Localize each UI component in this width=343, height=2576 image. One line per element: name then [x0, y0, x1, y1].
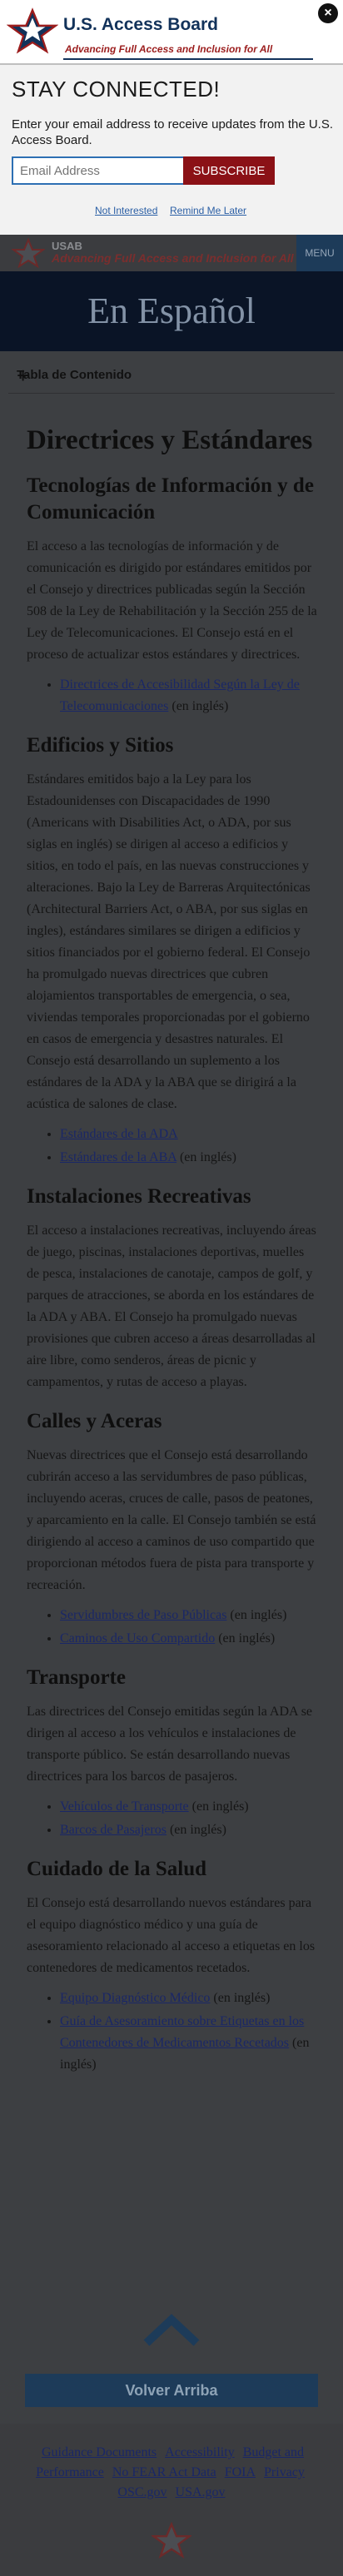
- subscribe-button[interactable]: SUBSCRIBE: [183, 156, 275, 185]
- section-links: Directrices de Accesibilidad Según la Le…: [27, 674, 318, 717]
- usab-star-logo-icon[interactable]: [10, 237, 47, 272]
- link-transport-vehicles[interactable]: Vehículos de Transporte: [60, 1799, 189, 1814]
- list-item: Guía de Asesoramiento sobre Etiquetas en…: [60, 2011, 318, 2076]
- link-ada-standards[interactable]: Estándares de la ADA: [60, 1127, 178, 1141]
- page-hero-title: En Español: [87, 290, 256, 331]
- section-body: El acceso a instalaciones recreativas, i…: [27, 1223, 316, 1389]
- list-item: Caminos de Uso Compartido (en inglés): [60, 1628, 318, 1650]
- list-item: Estándares de la ADA: [60, 1124, 318, 1145]
- site-tagline: Advancing Full Access and Inclusion for …: [52, 251, 294, 265]
- access-board-star-logo-icon: [6, 7, 59, 59]
- list-item: Directrices de Accesibilidad Según la Le…: [60, 674, 318, 717]
- link-prescription-labels-guidance[interactable]: Guía de Asesoramiento sobre Etiquetas en…: [60, 2014, 304, 2050]
- menu-button[interactable]: MENU: [296, 235, 343, 271]
- site-header: USAB Advancing Full Access and Inclusion…: [0, 235, 343, 271]
- page-title: Directrices y Estándares: [27, 425, 313, 455]
- popup-brand-name: U.S. Access Board: [63, 15, 218, 34]
- list-item: Estándares de la ABA (en inglés): [60, 1147, 318, 1169]
- site-short-name[interactable]: USAB: [52, 240, 82, 252]
- chevron-up-icon[interactable]: [142, 2311, 201, 2352]
- section-ict: Tecnologías de Información y de Comunica…: [27, 473, 318, 717]
- hero-banner: En Español: [0, 271, 343, 351]
- list-item: Vehículos de Transporte (en inglés): [60, 1796, 318, 1818]
- list-item: Servidumbres de Paso Públicas (en inglés…: [60, 1605, 318, 1626]
- section-recreation: Instalaciones Recreativas El acceso a in…: [27, 1184, 318, 1393]
- footer-link-privacy[interactable]: Privacy: [264, 2465, 305, 2479]
- back-to-top-button[interactable]: Volver Arriba: [25, 2374, 318, 2407]
- list-item: Barcos de Pasajeros (en inglés): [60, 1819, 318, 1841]
- footer-links: Guidance Documents Accessibility Budget …: [25, 2443, 318, 2503]
- section-heading: Transporte: [27, 1666, 126, 1689]
- plus-icon: +: [17, 363, 30, 388]
- link-note: (en inglés): [176, 1150, 236, 1164]
- section-body: Nuevas directrices que el Consejo está d…: [27, 1448, 316, 1592]
- footer-link-accessibility[interactable]: Accessibility: [165, 2445, 235, 2459]
- popup-tagline: Advancing Full Access and Inclusion for …: [65, 43, 273, 55]
- section-health: Cuidado de la Salud El Consejo está desa…: [27, 1856, 318, 2076]
- link-note: (en inglés): [188, 1799, 249, 1814]
- section-links: Servidumbres de Paso Públicas (en inglés…: [27, 1605, 318, 1650]
- main-content: Directrices y Estándares Tecnologías de …: [27, 424, 318, 2077]
- section-buildings: Edificios y Sitios Estándares emitidos b…: [27, 732, 318, 1169]
- link-note: (en inglés): [168, 699, 229, 713]
- link-public-rights-of-way[interactable]: Servidumbres de Paso Públicas: [60, 1608, 226, 1622]
- close-popup-button[interactable]: ×: [318, 3, 338, 23]
- section-streets: Calles y Aceras Nuevas directrices que e…: [27, 1408, 318, 1650]
- table-of-contents-toggle[interactable]: Tabla de Contenido +: [8, 358, 335, 394]
- not-interested-link[interactable]: Not Interested: [95, 205, 157, 216]
- section-body: Estándares emitidos bajo a la Ley para l…: [27, 772, 311, 1111]
- popup-description: Enter your email address to receive upda…: [12, 117, 334, 147]
- footer-link-osc[interactable]: OSC.gov: [117, 2485, 167, 2499]
- page: USAB Advancing Full Access and Inclusion…: [0, 0, 343, 2576]
- footer-link-usa-gov[interactable]: USA.gov: [176, 2485, 226, 2499]
- section-heading: Cuidado de la Salud: [27, 1858, 207, 1880]
- link-note: (en inglés): [215, 1631, 276, 1645]
- section-heading: Calles y Aceras: [27, 1410, 162, 1432]
- link-passenger-vessels[interactable]: Barcos de Pasajeros: [60, 1823, 167, 1837]
- remind-later-link[interactable]: Remind Me Later: [170, 205, 246, 216]
- link-aba-standards[interactable]: Estándares de la ABA: [60, 1150, 176, 1164]
- section-heading: Instalaciones Recreativas: [27, 1185, 251, 1208]
- footer-link-guidance[interactable]: Guidance Documents: [42, 2445, 157, 2459]
- footer-link-no-fear[interactable]: No FEAR Act Data: [112, 2465, 216, 2479]
- section-body: Las directrices del Consejo emitidas seg…: [27, 1705, 313, 1784]
- link-note: (en inglés): [210, 1991, 271, 2005]
- link-shared-use-paths[interactable]: Caminos de Uso Compartido: [60, 1631, 215, 1645]
- section-links: Equipo Diagnóstico Médico (en inglés) Gu…: [27, 1988, 318, 2076]
- popup-header: U.S. Access Board Advancing Full Access …: [0, 0, 343, 65]
- footer-link-foia[interactable]: FOIA: [225, 2465, 256, 2479]
- section-body: El Consejo está desarrollando nuevos est…: [27, 1896, 316, 1975]
- list-item: Equipo Diagnóstico Médico (en inglés): [60, 1988, 318, 2009]
- section-body: El acceso a las tecnologías de informaci…: [27, 539, 317, 662]
- section-heading: Tecnologías de Información y de Comunica…: [27, 474, 314, 524]
- footer-star-logo-icon[interactable]: [150, 2521, 193, 2563]
- link-medical-diagnostic-equipment[interactable]: Equipo Diagnóstico Médico: [60, 1991, 210, 2005]
- site-footer: Guidance Documents Accessibility Budget …: [0, 2424, 343, 2576]
- section-links: Estándares de la ADA Estándares de la AB…: [27, 1124, 318, 1169]
- section-links: Vehículos de Transporte (en inglés) Barc…: [27, 1796, 318, 1841]
- popup-heading: STAY CONNECTED!: [12, 77, 221, 102]
- newsletter-popup: STAY CONNECTED! Enter your email address…: [0, 65, 343, 235]
- email-input[interactable]: [12, 156, 186, 185]
- link-note: (en inglés): [166, 1823, 226, 1837]
- link-note: (en inglés): [226, 1608, 287, 1622]
- divider: [63, 58, 313, 60]
- section-heading: Edificios y Sitios: [27, 734, 174, 757]
- section-transport: Transporte Las directrices del Consejo e…: [27, 1665, 318, 1841]
